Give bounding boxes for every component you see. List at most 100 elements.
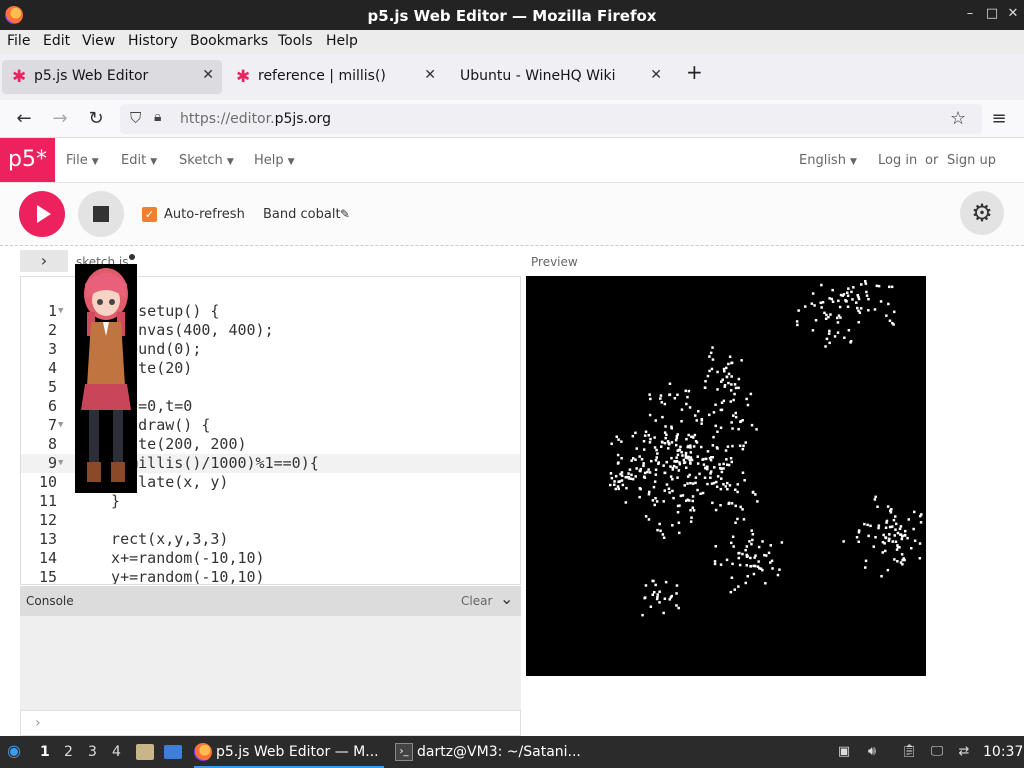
tab-p5-editor[interactable]: ✱ p5.js Web Editor ✕ xyxy=(2,60,222,94)
particle-dot xyxy=(689,451,693,454)
taskbar-task-firefox[interactable]: p5.js Web Editor — M... xyxy=(194,736,384,768)
particle-dot xyxy=(732,398,735,402)
url-bar[interactable]: ⛉ 🔒︎ https://editor.p5js.org ☆ xyxy=(120,104,982,134)
play-button[interactable] xyxy=(19,191,65,237)
menu-help[interactable]: Help xyxy=(326,33,358,49)
close-tab-icon[interactable]: ✕ xyxy=(202,67,214,83)
stop-button[interactable] xyxy=(78,191,124,237)
particle-dot xyxy=(687,389,691,393)
url-text[interactable]: https://editor.p5js.org xyxy=(180,111,331,127)
particle-dot xyxy=(652,485,656,489)
particle-dot xyxy=(714,508,718,512)
auto-refresh-checkbox[interactable]: ✓ xyxy=(142,207,157,222)
screen-icon[interactable]: ▣ xyxy=(836,744,852,760)
chevron-down-icon[interactable]: ⌄ xyxy=(500,589,513,608)
hamburger-menu-icon[interactable]: ≡ xyxy=(988,108,1010,130)
particle-dot xyxy=(904,529,907,533)
menu-history[interactable]: History xyxy=(128,33,178,49)
particle-dot xyxy=(674,460,678,463)
particle-dot xyxy=(712,411,716,414)
workspace-1[interactable]: 1 xyxy=(40,744,50,760)
tab-winehq-wiki[interactable]: Ubuntu - WineHQ Wiki ✕ xyxy=(448,60,670,94)
particle-dot xyxy=(689,456,693,459)
monitor-icon[interactable]: 🖵︎ xyxy=(929,744,945,760)
fold-arrow-icon[interactable]: ▼ xyxy=(58,454,63,473)
particle-dot xyxy=(796,323,799,327)
particle-dot xyxy=(715,446,719,449)
menu-view[interactable]: View xyxy=(82,33,115,49)
particle-dot xyxy=(751,538,754,542)
shield-icon[interactable]: ⛉ xyxy=(130,109,141,127)
settings-gear-icon[interactable]: ⚙ xyxy=(960,191,1004,235)
p5-menu-help[interactable]: Help ▼ xyxy=(254,153,295,168)
sidebar-expand-button[interactable]: › xyxy=(20,250,68,272)
taskbar-task-terminal[interactable]: ›_ dartz@VM3: ~/Satani... xyxy=(395,736,585,768)
show-desktop-icon[interactable] xyxy=(164,745,182,759)
particle-dot xyxy=(896,560,899,563)
particle-dot xyxy=(620,440,623,443)
volume-icon[interactable]: 🔊︎ xyxy=(864,744,880,760)
bookmark-star-icon[interactable]: ☆ xyxy=(950,108,966,129)
new-tab-icon[interactable]: + xyxy=(686,60,706,84)
sketch-preview-canvas[interactable] xyxy=(526,276,926,676)
fold-arrow-icon[interactable]: ▼ xyxy=(58,302,63,321)
particle-dot xyxy=(814,319,818,322)
particle-dot xyxy=(658,590,661,593)
particle-dot xyxy=(691,499,694,503)
signup-link[interactable]: Sign up xyxy=(947,153,996,168)
code-line[interactable]: 12 xyxy=(21,511,520,530)
particle-dot xyxy=(655,500,659,503)
reload-icon[interactable]: ↻ xyxy=(85,108,107,130)
maximize-button[interactable]: □ xyxy=(984,6,1000,22)
back-arrow-icon[interactable]: ← xyxy=(13,108,35,130)
particle-dot xyxy=(829,313,832,316)
minimize-button[interactable]: – xyxy=(962,6,978,22)
particle-dot xyxy=(761,568,764,572)
particle-dot xyxy=(838,305,842,309)
menu-file[interactable]: File xyxy=(7,33,30,49)
particle-dot xyxy=(727,381,730,385)
forward-arrow-icon[interactable]: → xyxy=(49,108,71,130)
firefox-menubar: File Edit View History Bookmarks Tools H… xyxy=(0,30,1024,54)
workspace-3[interactable]: 3 xyxy=(88,744,97,760)
menu-edit[interactable]: Edit xyxy=(43,33,70,49)
p5-menu-file[interactable]: File ▼ xyxy=(66,153,99,168)
console-input[interactable]: › xyxy=(20,710,521,736)
code-line[interactable]: 11 } xyxy=(21,492,520,511)
particle-dot xyxy=(885,314,888,317)
sketch-name[interactable]: Band cobalt xyxy=(263,207,341,222)
code-line[interactable]: 13 rect(x,y,3,3) xyxy=(21,530,520,549)
close-tab-icon[interactable]: ✕ xyxy=(650,67,662,83)
tab-reference-millis[interactable]: ✱ reference | millis() ✕ xyxy=(226,60,444,94)
console-clear-button[interactable]: Clear xyxy=(461,594,492,608)
particle-dot xyxy=(714,545,717,548)
fold-arrow-icon[interactable]: ▼ xyxy=(58,416,63,435)
lock-icon[interactable]: 🔒︎ xyxy=(154,109,161,125)
p5-menu-sketch[interactable]: Sketch ▼ xyxy=(179,153,234,168)
file-manager-icon[interactable] xyxy=(136,744,154,760)
particle-dot xyxy=(723,370,726,373)
code-line[interactable]: 15 y+=random(-10,10) xyxy=(21,568,520,584)
login-link[interactable]: Log in xyxy=(878,153,917,168)
close-tab-icon[interactable]: ✕ xyxy=(424,67,436,83)
workspace-4[interactable]: 4 xyxy=(112,744,121,760)
code-line[interactable]: 14 x+=random(-10,10) xyxy=(21,549,520,568)
particle-dot xyxy=(858,311,862,314)
pencil-icon[interactable]: ✎ xyxy=(340,207,350,221)
particle-dot xyxy=(910,547,913,550)
menu-bookmarks[interactable]: Bookmarks xyxy=(190,33,268,49)
particle-dot xyxy=(689,446,692,449)
close-window-button[interactable]: ✕ xyxy=(1005,6,1021,22)
clipboard-icon[interactable]: 📋︎ xyxy=(901,744,918,760)
particle-dot xyxy=(653,591,656,594)
particle-dot xyxy=(825,313,828,317)
p5-logo[interactable]: p5* xyxy=(0,138,55,182)
particle-dot xyxy=(750,529,753,532)
network-icon[interactable]: ⇄ xyxy=(956,744,972,760)
particle-dot xyxy=(874,536,877,539)
workspace-2[interactable]: 2 xyxy=(64,744,73,760)
language-select[interactable]: English ▼ xyxy=(799,153,857,168)
menu-tools[interactable]: Tools xyxy=(278,33,313,49)
p5-menu-edit[interactable]: Edit ▼ xyxy=(121,153,157,168)
start-menu-icon[interactable]: ◉ xyxy=(6,743,22,759)
